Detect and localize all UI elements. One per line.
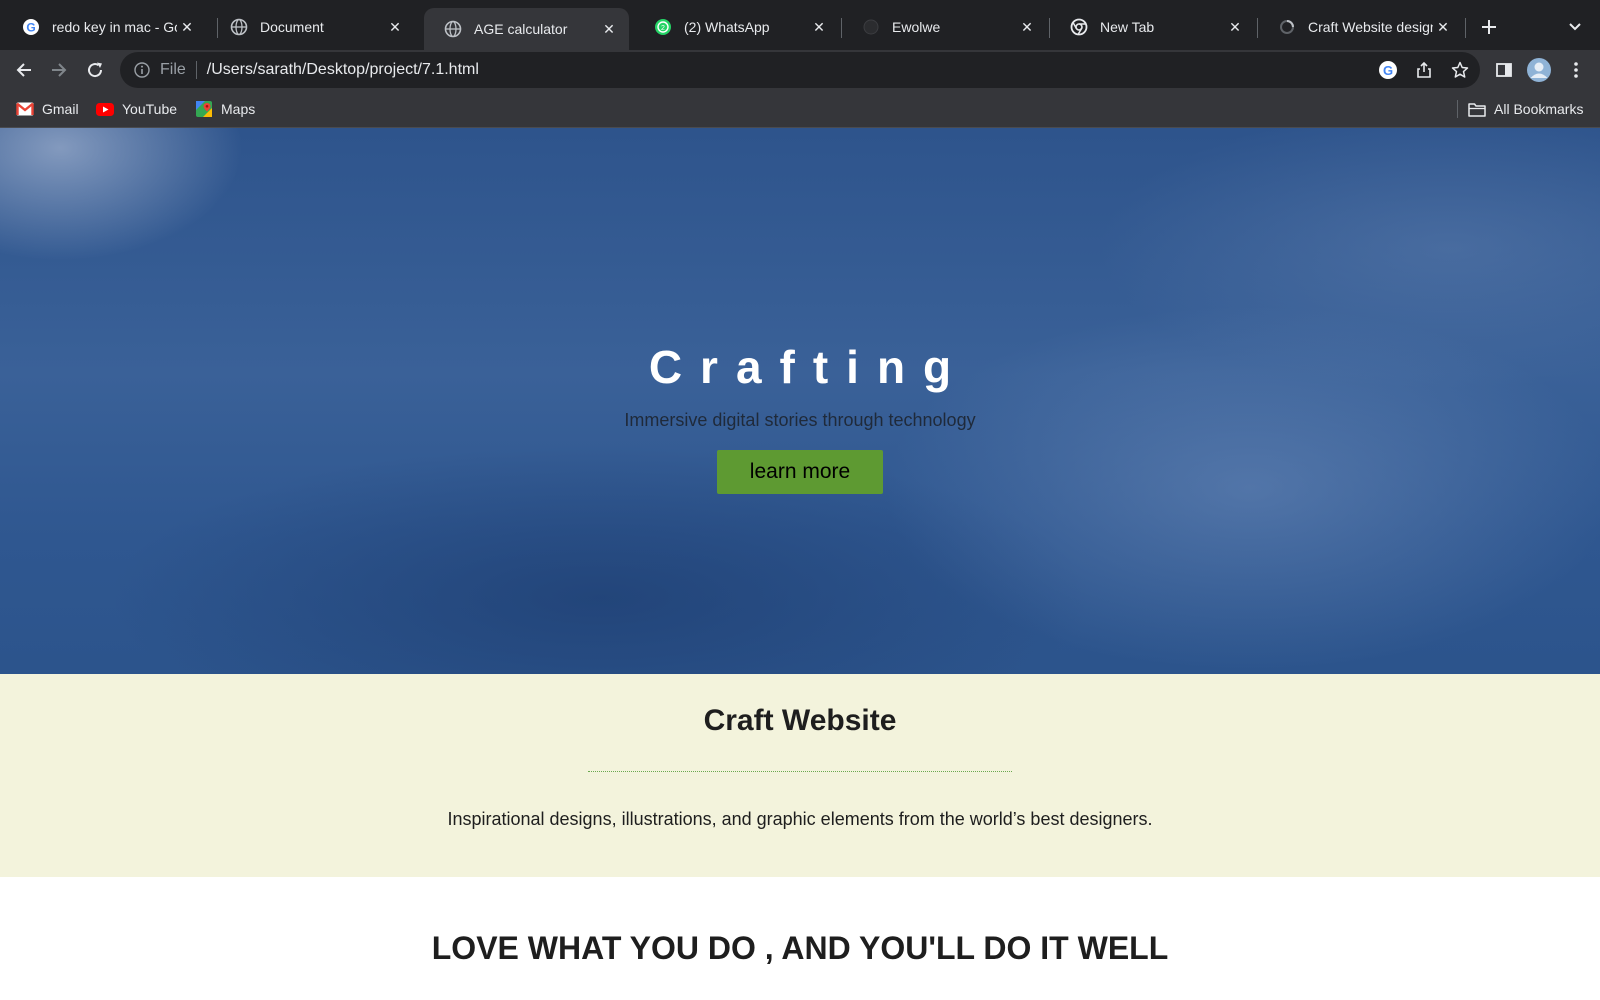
divider — [588, 771, 1012, 772]
globe-icon — [444, 20, 462, 38]
chevron-down-icon — [1569, 23, 1581, 31]
tab-title: (2) WhatsApp — [684, 19, 770, 35]
close-icon[interactable]: ✕ — [1433, 17, 1453, 37]
svg-text:G: G — [1383, 63, 1393, 78]
learn-more-button[interactable]: learn more — [717, 450, 883, 494]
close-icon[interactable]: ✕ — [1017, 17, 1037, 37]
bookmark-youtube[interactable]: YouTube — [96, 99, 177, 119]
bookmark-label: Maps — [221, 101, 256, 117]
tab-craft-website-design[interactable]: Craft Website design ✕ — [1258, 8, 1463, 46]
chrome-icon — [1070, 18, 1088, 36]
tab-title: redo key in mac - Go — [52, 19, 177, 35]
youtube-icon — [96, 101, 114, 117]
tab-title: Ewolwe — [892, 19, 941, 35]
svg-text:2: 2 — [661, 25, 665, 32]
tab-ewolwe[interactable]: Ewolwe ✕ — [842, 8, 1047, 46]
bookmark-label: YouTube — [122, 101, 178, 117]
plus-icon — [1482, 20, 1496, 34]
kebab-menu-icon — [1574, 62, 1578, 78]
gmail-icon — [16, 101, 34, 117]
close-icon[interactable]: ✕ — [385, 17, 405, 37]
tab-age-calculator[interactable]: AGE calculator ✕ — [424, 8, 629, 50]
all-bookmarks-label: All Bookmarks — [1494, 101, 1584, 117]
bookmark-label: Gmail — [42, 101, 79, 117]
reload-button[interactable] — [79, 54, 111, 86]
close-icon[interactable]: ✕ — [177, 17, 197, 37]
all-bookmarks-button[interactable]: All Bookmarks — [1468, 99, 1583, 119]
folder-icon — [1468, 101, 1486, 117]
maps-icon — [195, 101, 213, 117]
bookmarks-bar: Gmail YouTube Maps All Bookmarks — [0, 90, 1600, 128]
bookmarks-separator — [1457, 100, 1458, 118]
tab-search-button[interactable] — [1562, 14, 1588, 40]
star-icon[interactable] — [1445, 52, 1475, 88]
globe-icon — [230, 18, 248, 36]
reload-icon — [88, 62, 103, 78]
loading-icon — [1278, 18, 1296, 36]
info-icon[interactable] — [132, 60, 152, 80]
tab-separator — [1465, 18, 1466, 38]
dark-circle-icon — [862, 18, 880, 36]
url-scheme: File — [160, 61, 186, 78]
address-bar[interactable]: File /Users/sarath/Desktop/project/7.1.h… — [120, 52, 1480, 88]
bookmark-gmail[interactable]: Gmail — [16, 99, 79, 119]
side-panel-icon — [1496, 63, 1512, 77]
google-lens-icon[interactable]: G — [1373, 52, 1403, 88]
avatar-icon — [1527, 58, 1551, 82]
new-tab-button[interactable] — [1476, 14, 1502, 40]
tab-new-tab[interactable]: New Tab ✕ — [1050, 8, 1255, 46]
bookmark-maps[interactable]: Maps — [195, 99, 255, 119]
tab-title: AGE calculator — [474, 21, 568, 37]
back-button[interactable] — [8, 54, 40, 86]
svg-text:G: G — [26, 21, 35, 35]
browser-toolbar: File /Users/sarath/Desktop/project/7.1.h… — [0, 50, 1600, 90]
tab-strip: G redo key in mac - Go ✕ Document ✕ AGE … — [0, 0, 1600, 50]
forward-button[interactable] — [43, 54, 75, 86]
close-icon[interactable]: ✕ — [809, 17, 829, 37]
profile-avatar[interactable] — [1523, 54, 1555, 86]
about-text: Inspirational designs, illustrations, an… — [447, 809, 1153, 829]
close-icon[interactable]: ✕ — [599, 19, 619, 39]
tab-redo-key[interactable]: G redo key in mac - Go ✕ — [2, 8, 207, 46]
google-icon: G — [22, 18, 40, 36]
hero-section: Crafting Immersive digital stories throu… — [0, 128, 1600, 674]
whatsapp-icon: 2 — [654, 18, 672, 36]
browser-menu-button[interactable] — [1560, 54, 1592, 86]
about-section: Craft Website Inspirational designs, ill… — [0, 674, 1600, 877]
share-icon[interactable] — [1409, 52, 1439, 88]
tab-title: Craft Website design — [1308, 19, 1433, 35]
arrow-right-icon — [52, 63, 67, 77]
motto-heading: LOVE WHAT YOU DO , AND YOU'LL DO IT WELL — [431, 930, 1169, 966]
tab-title: Document — [260, 19, 324, 35]
arrow-left-icon — [16, 63, 31, 77]
tab-document[interactable]: Document ✕ — [210, 8, 415, 46]
tab-title: New Tab — [1100, 19, 1155, 35]
about-title: Craft Website — [703, 704, 897, 737]
side-panel-button[interactable] — [1488, 54, 1520, 86]
hero-subtitle: Immersive digital stories through techno… — [624, 410, 976, 430]
url-divider — [195, 61, 197, 79]
close-icon[interactable]: ✕ — [1225, 17, 1245, 37]
tab-whatsapp[interactable]: 2 (2) WhatsApp ✕ — [634, 8, 839, 46]
hero-title: Crafting — [648, 341, 970, 393]
url-text[interactable]: /Users/sarath/Desktop/project/7.1.html — [207, 61, 479, 79]
